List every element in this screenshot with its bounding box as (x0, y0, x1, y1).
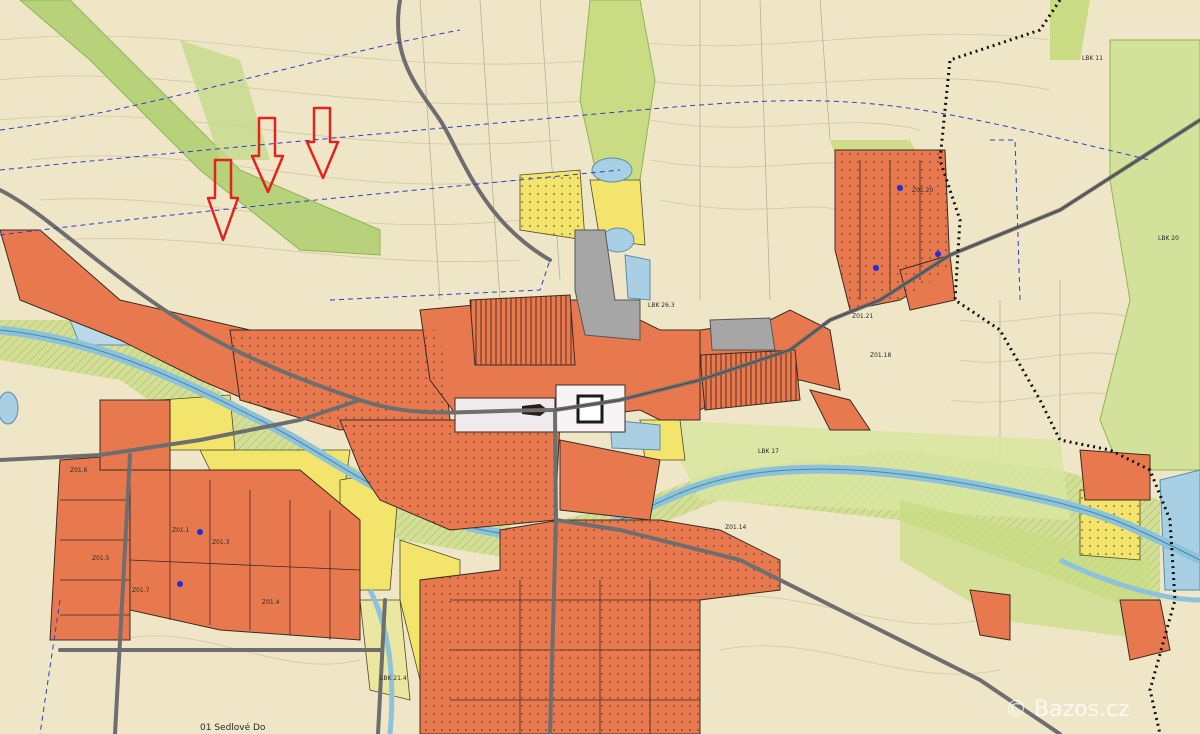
label-bottom: 01 Sedlové Do (200, 722, 266, 733)
church-icon (576, 394, 604, 424)
watermark: © Bazos.cz (1005, 697, 1130, 722)
label-z01-7: Z01.7 (132, 587, 150, 594)
label-lbk-26-3: LBK 26.3 (648, 302, 675, 309)
label-z01-6: Z01.6 (70, 467, 88, 474)
label-lbk-20: LBK 20 (1158, 235, 1179, 242)
label-lbk-17: LBK 17 (758, 448, 779, 455)
label-z01-1: Z01.1 (172, 527, 190, 534)
label-z01-21: Z01.21 (852, 313, 873, 320)
label-z01-14: Z01.14 (725, 524, 746, 531)
label-z01-18: Z01.18 (870, 352, 891, 359)
label-z01-4: Z01.4 (262, 599, 280, 606)
label-lbk-21-4: LBK 21.4 (380, 675, 407, 682)
label-z01-3: Z01.3 (212, 539, 230, 546)
label-z01-5: Z01.5 (92, 555, 110, 562)
label-z01-20: Z01.20 (912, 187, 933, 194)
label-lbk-11: LBK 11 (1082, 55, 1103, 62)
land-use-map: Z01.18 Z01.20 Z01.21 Z01.14 Z01.6 Z01.5 … (0, 0, 1200, 734)
